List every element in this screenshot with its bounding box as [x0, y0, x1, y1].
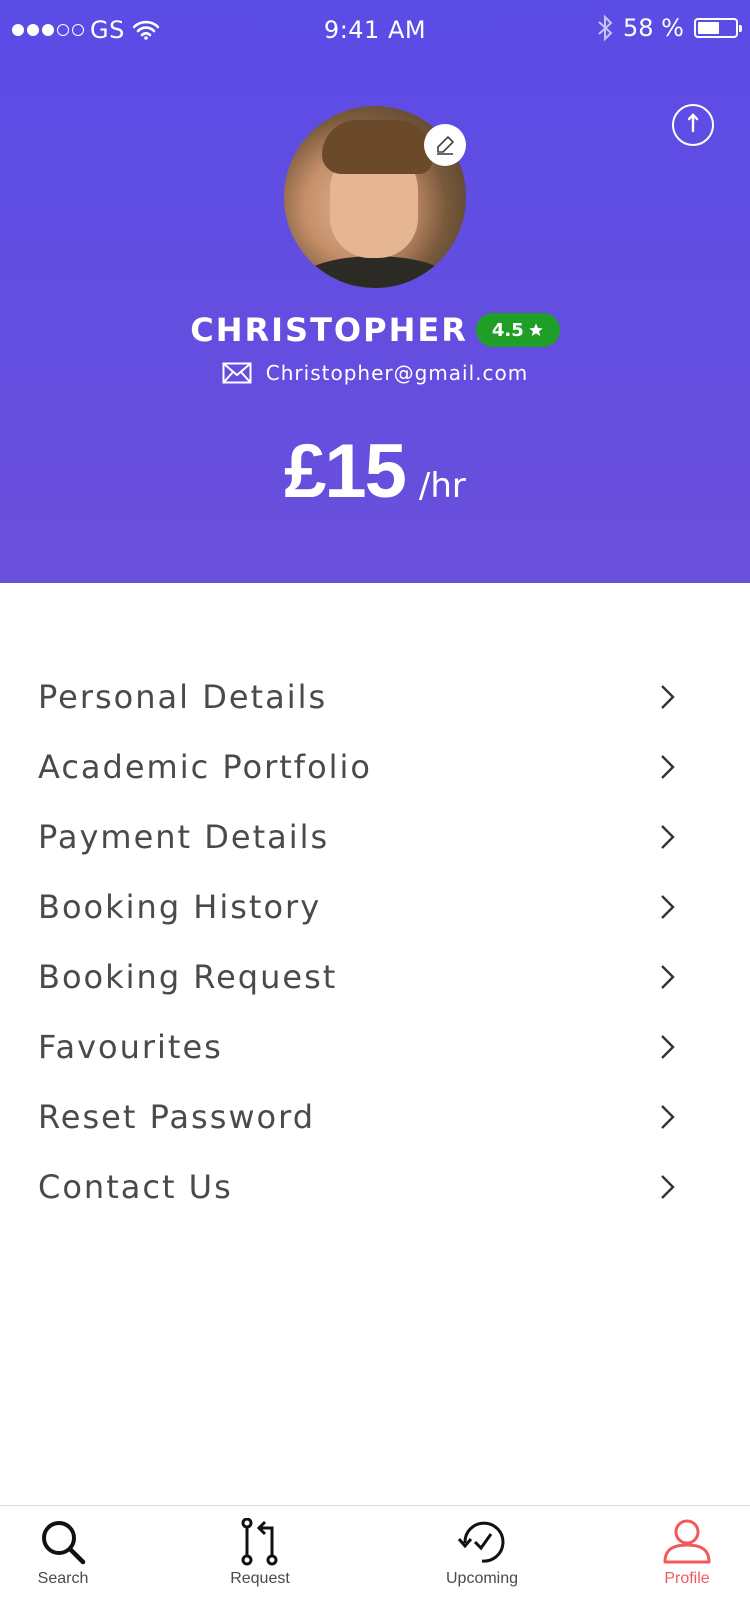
upcoming-icon — [457, 1521, 505, 1563]
profile-menu: Personal Details Academic Portfolio Paym… — [0, 662, 750, 1222]
menu-item-payment-details[interactable]: Payment Details — [0, 802, 750, 872]
chevron-right-icon — [661, 825, 675, 849]
rating-badge: 4.5 — [475, 313, 560, 347]
menu-item-label: Booking Request — [38, 958, 338, 996]
menu-item-booking-request[interactable]: Booking Request — [0, 942, 750, 1012]
menu-item-label: Personal Details — [38, 678, 328, 716]
edit-avatar-button[interactable] — [424, 124, 466, 166]
profile-name: CHRISTOPHER — [190, 311, 468, 349]
battery-level — [698, 22, 719, 34]
tab-request[interactable]: Request — [185, 1506, 335, 1600]
mail-icon — [222, 362, 252, 384]
menu-item-label: Favourites — [38, 1028, 223, 1066]
chevron-right-icon — [661, 685, 675, 709]
battery-icon — [694, 18, 742, 38]
request-icon — [241, 1518, 278, 1566]
status-bar: GS 9:41 AM 58 % — [0, 0, 750, 60]
menu-item-label: Contact Us — [38, 1168, 233, 1206]
rate-value: £15 — [284, 429, 407, 514]
edit-icon — [437, 136, 454, 155]
tab-label: Profile — [664, 1570, 710, 1587]
chevron-right-icon — [661, 755, 675, 779]
chevron-right-icon — [661, 1105, 675, 1129]
tab-label: Request — [230, 1570, 290, 1587]
menu-item-reset-password[interactable]: Reset Password — [0, 1082, 750, 1152]
profile-header: GS 9:41 AM 58 % CHRISTOPHER 4.5 Christop… — [0, 0, 750, 583]
bluetooth-icon — [598, 15, 613, 41]
name-row: CHRISTOPHER 4.5 — [0, 306, 750, 354]
menu-item-label: Academic Portfolio — [38, 748, 372, 786]
tab-profile[interactable]: Profile — [612, 1506, 750, 1600]
email-row: Christopher@gmail.com — [0, 356, 750, 390]
bottom-tab-bar: Search Request Upcoming Profile — [0, 1505, 750, 1600]
profile-icon — [663, 1519, 711, 1564]
rate-unit: /hr — [418, 466, 466, 506]
menu-item-contact-us[interactable]: Contact Us — [0, 1152, 750, 1222]
chevron-right-icon — [661, 1035, 675, 1059]
tab-upcoming[interactable]: Upcoming — [407, 1506, 557, 1600]
star-icon — [529, 323, 543, 336]
power-icon — [687, 113, 699, 133]
hourly-rate: £15 /hr — [0, 428, 750, 518]
profile-email: Christopher@gmail.com — [265, 361, 529, 385]
menu-item-label: Booking History — [38, 888, 322, 926]
menu-item-academic-portfolio[interactable]: Academic Portfolio — [0, 732, 750, 802]
status-right: 58 % — [597, 14, 742, 42]
rating-value: 4.5 — [491, 319, 524, 341]
tab-label: Upcoming — [445, 1570, 519, 1587]
menu-item-label: Reset Password — [38, 1098, 316, 1136]
search-icon — [42, 1521, 86, 1565]
menu-item-booking-history[interactable]: Booking History — [0, 872, 750, 942]
menu-item-personal-details[interactable]: Personal Details — [0, 662, 750, 732]
tab-search[interactable]: Search — [0, 1506, 138, 1600]
chevron-right-icon — [661, 895, 675, 919]
chevron-right-icon — [661, 965, 675, 989]
logout-button[interactable] — [672, 104, 714, 146]
menu-item-label: Payment Details — [38, 818, 330, 856]
menu-item-favourites[interactable]: Favourites — [0, 1012, 750, 1082]
chevron-right-icon — [661, 1175, 675, 1199]
battery-percentage: 58 % — [623, 14, 684, 42]
tab-label: Search — [37, 1570, 89, 1587]
